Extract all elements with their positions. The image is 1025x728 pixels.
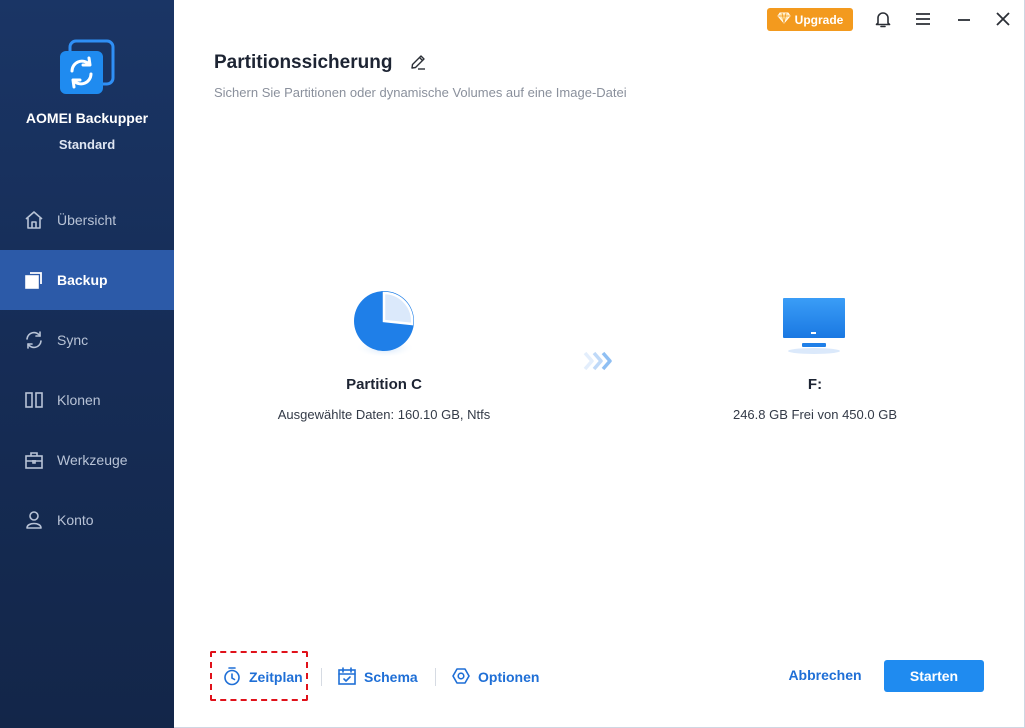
close-icon[interactable] xyxy=(992,8,1014,30)
bell-icon[interactable] xyxy=(872,8,894,30)
toolbox-icon xyxy=(24,450,44,470)
sync-icon xyxy=(24,330,44,350)
page-title: Partitionssicherung xyxy=(214,52,393,73)
destination-drive-name: F: xyxy=(807,376,823,393)
destination-monitor-icon[interactable] xyxy=(780,295,850,355)
sidebar-item-sync[interactable]: Sync xyxy=(0,310,174,370)
scheme-button[interactable]: Schema xyxy=(337,666,418,688)
schedule-button[interactable]: Zeitplan xyxy=(222,666,303,688)
divider xyxy=(435,668,436,686)
options-label: Optionen xyxy=(478,669,540,685)
schedule-label: Zeitplan xyxy=(249,669,303,685)
sidebar-item-label: Konto xyxy=(57,512,94,528)
scheme-label: Schema xyxy=(364,669,418,685)
sidebar-nav: Übersicht Backup Sync Klonen Werkzeuge K… xyxy=(0,190,174,550)
sidebar-item-label: Klonen xyxy=(57,392,101,408)
settings-icon xyxy=(451,666,471,689)
app-edition: Standard xyxy=(58,137,116,152)
sidebar-item-backup[interactable]: Backup xyxy=(0,250,174,310)
divider xyxy=(321,668,322,686)
diamond-icon xyxy=(777,12,791,27)
menu-icon[interactable] xyxy=(912,8,934,30)
options-button[interactable]: Optionen xyxy=(451,666,539,688)
partition-pie-icon[interactable] xyxy=(350,288,420,358)
calendar-check-icon xyxy=(337,666,357,689)
edit-icon[interactable] xyxy=(409,53,427,71)
direction-arrows-icon xyxy=(583,350,617,372)
start-button[interactable]: Starten xyxy=(884,660,984,692)
backup-icon xyxy=(24,270,44,290)
timer-icon xyxy=(222,666,242,689)
sidebar-item-tools[interactable]: Werkzeuge xyxy=(0,430,174,490)
upgrade-label: Upgrade xyxy=(794,12,844,27)
sidebar: AOMEI Backupper Standard Übersicht Backu… xyxy=(0,0,174,728)
source-partition-name: Partition C xyxy=(346,376,422,393)
source-partition-detail: Ausgewählte Daten: 160.10 GB, Ntfs xyxy=(277,407,491,422)
app-window: AOMEI Backupper Standard Übersicht Backu… xyxy=(0,0,1025,728)
sidebar-item-label: Werkzeuge xyxy=(57,452,128,468)
sidebar-item-clone[interactable]: Klonen xyxy=(0,370,174,430)
app-logo-icon xyxy=(57,39,115,97)
sidebar-item-account[interactable]: Konto xyxy=(0,490,174,550)
destination-drive-detail: 246.8 GB Frei von 450.0 GB xyxy=(732,407,898,422)
cancel-button[interactable]: Abbrechen xyxy=(780,667,870,687)
home-icon xyxy=(24,210,44,230)
app-name: AOMEI Backupper xyxy=(25,110,149,126)
clone-icon xyxy=(24,390,44,410)
sidebar-item-label: Backup xyxy=(57,272,108,288)
sidebar-item-label: Sync xyxy=(57,332,89,348)
sidebar-item-overview[interactable]: Übersicht xyxy=(0,190,174,250)
page-subtitle: Sichern Sie Partitionen oder dynamische … xyxy=(214,85,627,100)
upgrade-button[interactable]: Upgrade xyxy=(767,8,853,31)
minimize-icon[interactable] xyxy=(953,8,975,30)
user-icon xyxy=(24,510,44,530)
sidebar-item-label: Übersicht xyxy=(57,212,117,228)
